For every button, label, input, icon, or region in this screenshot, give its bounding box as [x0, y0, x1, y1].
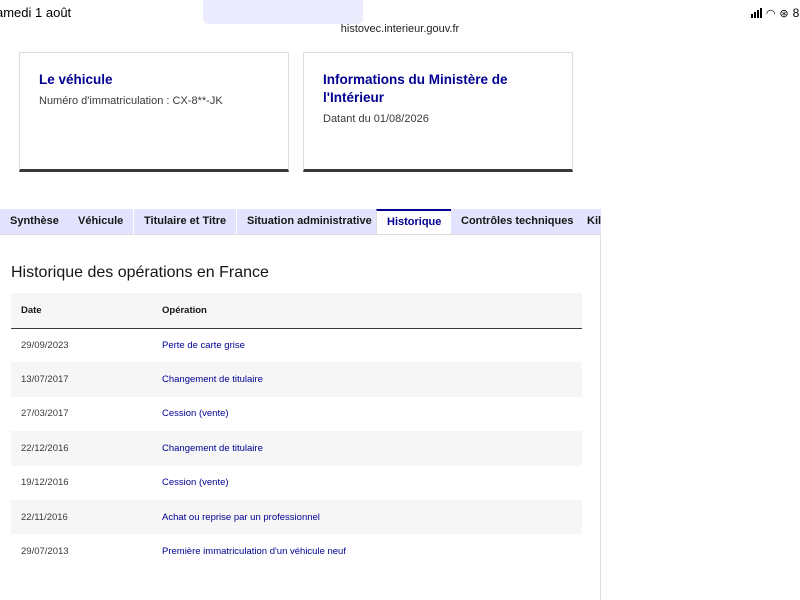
- table-row: 22/12/2016 Changement de titulaire: [11, 431, 582, 466]
- vehicle-card-title: Le véhicule: [39, 72, 113, 87]
- column-header-date: Date: [11, 293, 152, 329]
- row-date: 13/07/2017: [11, 362, 152, 397]
- row-date: 22/11/2016: [11, 499, 152, 535]
- tab-vehicule[interactable]: Véhicule: [68, 209, 134, 234]
- status-time: amedi 1 août: [0, 5, 72, 20]
- address-url[interactable]: histovec.interieur.gouv.fr: [0, 23, 800, 35]
- tab-controles-techniques[interactable]: Contrôles techniques: [451, 209, 584, 234]
- row-operation: Cession (vente): [162, 408, 229, 420]
- tab-historique[interactable]: Historique: [376, 209, 453, 235]
- tab-divider: [0, 234, 601, 235]
- row-operation: Perte de carte grise: [162, 339, 245, 351]
- row-operation: Changement de titulaire: [152, 362, 582, 397]
- vehicle-card: Le véhicule Numéro d'immatriculation : C…: [19, 52, 289, 172]
- wifi-icon: ◠: [765, 7, 776, 20]
- table-row: 19/12/2016 Cession (vente): [11, 466, 582, 500]
- table-row: 29/07/2013 Première immatriculation d'un…: [11, 534, 582, 568]
- tab-synthese[interactable]: Synthèse: [0, 209, 69, 234]
- status-bar: amedi 1 août ◠ ⊛ 88: [0, 0, 800, 24]
- ministere-date: Datant du 01/08/2026: [323, 113, 429, 125]
- row-operation: Changement de titulaire: [152, 431, 582, 466]
- signal-icon: [750, 8, 762, 18]
- table-row: 13/07/2017 Changement de titulaire: [11, 362, 582, 397]
- vehicle-plate: Numéro d'immatriculation : CX-8**-JK: [39, 95, 223, 107]
- history-table: Date Opération 29/09/2023 Perte de carte…: [11, 293, 582, 569]
- table-header-row: Date Opération: [11, 293, 582, 329]
- tab-bar: Synthèse Véhicule Titulaire et Titre Sit…: [0, 209, 601, 235]
- row-date: 29/07/2013: [21, 546, 69, 558]
- table-row: 27/03/2017 Cession (vente): [11, 397, 582, 431]
- row-date: 19/12/2016: [21, 477, 69, 489]
- row-operation: Cession (vente): [162, 477, 229, 489]
- table-row: 22/11/2016 Achat ou reprise par un profe…: [11, 499, 582, 535]
- row-operation: Première immatriculation d'un véhicule n…: [162, 546, 346, 558]
- battery-level: 88: [792, 6, 800, 20]
- row-date: 27/03/2017: [21, 408, 69, 420]
- row-operation: Achat ou reprise par un professionnel: [152, 499, 582, 535]
- row-date: 29/09/2023: [21, 339, 69, 351]
- browser-top-pill: [203, 0, 363, 24]
- table-row: 29/09/2023 Perte de carte grise: [11, 328, 582, 362]
- tab-kilometrage[interactable]: Kilo: [577, 209, 601, 234]
- panel-border: [600, 234, 601, 600]
- column-header-operation: Opération: [152, 293, 582, 329]
- ministere-card: Informations du Ministère de l'Intérieur…: [303, 52, 573, 172]
- history-title: Historique des opérations en France: [11, 264, 269, 281]
- row-date: 22/12/2016: [11, 431, 152, 466]
- ministere-card-title: Informations du Ministère de l'Intérieur: [323, 72, 508, 105]
- status-icons: ◠ ⊛ 88: [750, 6, 800, 20]
- tab-titulaire-titre[interactable]: Titulaire et Titre: [134, 209, 237, 234]
- lock-rotation-icon: ⊛: [779, 7, 789, 20]
- tab-situation-administrative[interactable]: Situation administrative: [237, 209, 382, 234]
